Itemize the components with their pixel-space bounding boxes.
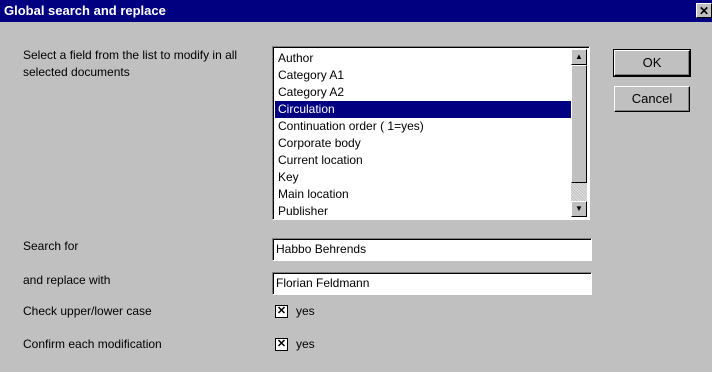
list-item[interactable]: Key [275,169,571,186]
search-label: Search for [23,239,79,253]
case-check-label: Check upper/lower case [23,304,152,318]
list-item[interactable]: Publisher [275,203,571,220]
ok-button[interactable]: OK [613,49,691,77]
vertical-scrollbar[interactable]: ▲ ▼ [571,49,587,217]
confirm-check-option: yes [296,337,315,351]
confirm-checkbox[interactable]: ✕ [275,338,288,351]
search-input[interactable]: Habbo Behrends [272,238,592,261]
cancel-button[interactable]: Cancel [614,86,690,112]
list-item[interactable]: Category A2 [275,84,571,101]
confirm-check-label: Confirm each modification [23,337,162,351]
list-item[interactable]: Continuation order ( 1=yes) [275,118,571,135]
scroll-down-icon[interactable]: ▼ [571,201,587,217]
case-checkbox[interactable]: ✕ [275,305,288,318]
list-item-selected[interactable]: Circulation [275,101,571,118]
list-item[interactable]: Main location [275,186,571,203]
list-item[interactable]: Current location [275,152,571,169]
field-listbox[interactable]: Author Category A1 Category A2 Circulati… [272,46,590,220]
scroll-thumb[interactable] [571,65,587,183]
field-list-prompt: Select a field from the list to modify i… [23,48,238,79]
checkmark-icon: ✕ [276,338,287,350]
case-check-option: yes [296,304,315,318]
title-bar: Global search and replace ✕ [0,0,712,22]
list-item[interactable]: Category A1 [275,67,571,84]
list-item[interactable]: Author [275,50,571,67]
replace-input[interactable]: Florian Feldmann [272,272,592,295]
scroll-up-icon[interactable]: ▲ [571,49,587,65]
window-title: Global search and replace [4,3,166,18]
list-item[interactable]: Corporate body [275,135,571,152]
replace-label: and replace with [23,273,111,287]
checkmark-icon: ✕ [276,305,287,317]
close-icon[interactable]: ✕ [696,3,712,18]
